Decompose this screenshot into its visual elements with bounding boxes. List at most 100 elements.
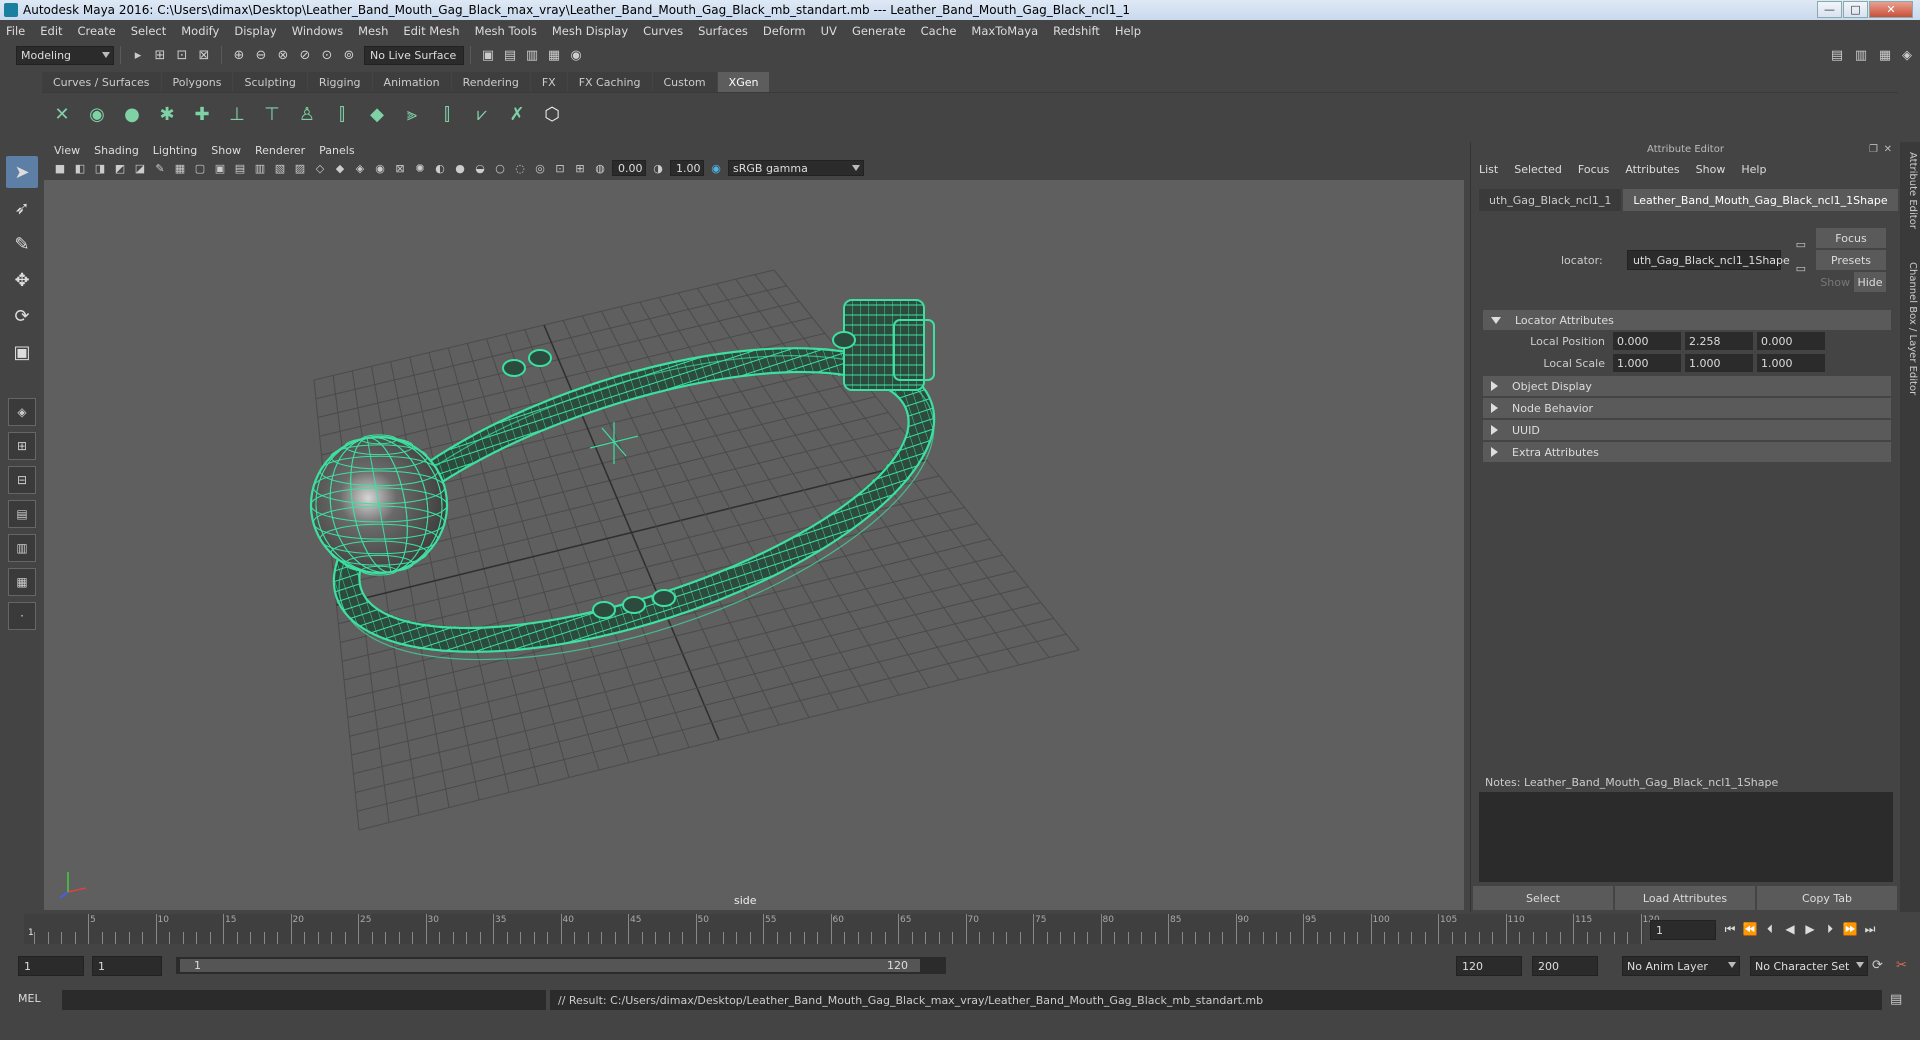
close-panel-icon[interactable]: ✕ [1884, 144, 1892, 155]
hypershade-view-icon[interactable]: ▦ [8, 568, 36, 596]
local-scale-y[interactable]: 1.000 [1685, 354, 1753, 372]
xgen-layers-icon[interactable]: ◆ [363, 100, 391, 130]
output-connection-icon[interactable]: ▭ [1796, 262, 1806, 275]
shelf-tab-xgen[interactable]: XGen [717, 72, 770, 92]
rotate-tool-icon[interactable]: ⟳ [6, 300, 38, 332]
smooth-shade-icon[interactable]: ◆ [332, 160, 348, 176]
wireframe-on-shaded-icon[interactable]: ◈ [352, 160, 368, 176]
more-layouts-icon[interactable]: · [8, 602, 36, 630]
shelf-tab-curves-surfaces[interactable]: Curves / Surfaces [42, 72, 161, 92]
step-forward-key-icon[interactable]: ⏩ [1840, 920, 1860, 938]
snap-point-icon[interactable]: ⊗ [274, 46, 292, 64]
ae-menu-help[interactable]: Help [1741, 163, 1766, 176]
close-button[interactable]: ✕ [1869, 1, 1913, 18]
presets-button[interactable]: Presets [1816, 250, 1886, 270]
render-globe-icon[interactable]: ◉ [567, 46, 585, 64]
maximize-button[interactable]: □ [1843, 1, 1868, 18]
folder-icon[interactable]: ▸ [129, 46, 147, 64]
panel-menu-panels[interactable]: Panels [319, 144, 354, 157]
command-input[interactable] [62, 990, 546, 1010]
xgen-delete-icon[interactable]: ✗ [503, 100, 531, 130]
menu-surfaces[interactable]: Surfaces [698, 24, 748, 38]
menu-generate[interactable]: Generate [852, 24, 906, 38]
render-ipr-icon[interactable]: ▤ [501, 46, 519, 64]
grease-pencil-icon[interactable]: ✎ [152, 160, 168, 176]
range-thumb[interactable]: 1 120 [180, 959, 920, 972]
bookmark-icon[interactable]: ◨ [92, 160, 108, 176]
section-locator-attributes[interactable]: Locator Attributes [1483, 310, 1891, 330]
shelf-tab-fx[interactable]: FX [530, 72, 567, 92]
menu-deform[interactable]: Deform [763, 24, 806, 38]
four-view-icon[interactable]: ⊞ [8, 432, 36, 460]
ambient-occlusion-icon[interactable]: ● [452, 160, 468, 176]
hide-button[interactable]: Hide [1854, 272, 1886, 292]
xgen-comb-icon[interactable]: ⫸ [398, 100, 426, 130]
menu-mesh-display[interactable]: Mesh Display [552, 24, 628, 38]
panel-menu-show[interactable]: Show [211, 144, 241, 157]
select-button[interactable]: Select [1473, 886, 1613, 910]
anim-layer-dropdown[interactable]: No Anim Layer [1622, 956, 1740, 976]
menu-windows[interactable]: Windows [292, 24, 343, 38]
snap-curve-icon[interactable]: ⊖ [252, 46, 270, 64]
xgen-cut-icon[interactable]: ⩗ [468, 100, 496, 130]
shadows-icon[interactable]: ◐ [432, 160, 448, 176]
xgen-editor-icon[interactable]: ✕ [48, 100, 76, 130]
anim-prefs-icon[interactable]: ✂ [1896, 958, 1907, 973]
motion-blur-icon[interactable]: ◒ [472, 160, 488, 176]
select-tool-icon[interactable]: ➤ [6, 156, 38, 188]
ae-menu-show[interactable]: Show [1696, 163, 1726, 176]
step-forward-frame-icon[interactable]: ⏵ [1820, 920, 1840, 938]
menu-maxtomaya[interactable]: MaxToMaya [971, 24, 1038, 38]
menu-edit[interactable]: Edit [40, 24, 62, 38]
shelf-tab-polygons[interactable]: Polygons [161, 72, 233, 92]
time-ruler[interactable]: 5 10 15 20 25 30 35 40 45 50 55 60 65 70 75 80 85 90 95 100… [24, 914, 1660, 944]
focus-button[interactable]: Focus [1816, 228, 1886, 248]
film-gate-icon[interactable]: ▢ [192, 160, 208, 176]
graph-view-icon[interactable]: ▥ [8, 534, 36, 562]
menu-help[interactable]: Help [1115, 24, 1141, 38]
ae-menu-focus[interactable]: Focus [1578, 163, 1609, 176]
playback-start-field[interactable]: 1 [92, 956, 162, 976]
depth-of-field-icon[interactable]: ◌ [512, 160, 528, 176]
xray-components-icon[interactable]: ⊞ [572, 160, 588, 176]
panel-menu-renderer[interactable]: Renderer [255, 144, 305, 157]
load-attributes-button[interactable]: Load Attributes [1615, 886, 1755, 910]
gate-mask-icon[interactable]: ▤ [232, 160, 248, 176]
side-tab-channel-box[interactable]: Channel Box / Layer Editor [1902, 262, 1918, 395]
3d-viewport[interactable] [44, 180, 1464, 910]
local-position-y[interactable]: 2.258 [1685, 332, 1753, 350]
ae-menu-list[interactable]: List [1479, 163, 1498, 176]
menu-uv[interactable]: UV [821, 24, 837, 38]
image-plane-icon[interactable]: ◩ [112, 160, 128, 176]
go-to-start-icon[interactable]: ⏮ [1720, 920, 1740, 938]
hypershade-icon[interactable]: ▦ [545, 46, 563, 64]
xgen-lock-icon[interactable]: ⊤ [258, 100, 286, 130]
local-position-z[interactable]: 0.000 [1757, 332, 1825, 350]
locator-name-field[interactable]: uth_Gag_Black_ncl1_1Shape [1627, 250, 1790, 270]
xgen-guides-icon[interactable]: ✱ [153, 100, 181, 130]
copy-tab-button[interactable]: Copy Tab [1757, 886, 1897, 910]
ae-tab-shape[interactable]: Leather_Band_Mouth_Gag_Black_ncl1_1Shape [1623, 189, 1898, 211]
section-object-display[interactable]: Object Display [1483, 376, 1891, 396]
lasso-tool-icon[interactable]: ➶ [6, 192, 38, 224]
single-view-icon[interactable]: ◈ [8, 398, 36, 426]
shelf-tab-rigging[interactable]: Rigging [307, 72, 372, 92]
menu-edit-mesh[interactable]: Edit Mesh [403, 24, 459, 38]
current-frame-field[interactable]: 1 [1650, 920, 1716, 940]
workspace-icon[interactable]: ▤ [1828, 46, 1846, 64]
select-object-icon[interactable]: ⊡ [173, 46, 191, 64]
select-component-icon[interactable]: ⊠ [195, 46, 213, 64]
safe-title-icon[interactable]: ▨ [292, 160, 308, 176]
float-panel-icon[interactable]: ❐ [1869, 144, 1878, 155]
menu-curves[interactable]: Curves [643, 24, 683, 38]
local-position-x[interactable]: 0.000 [1613, 332, 1681, 350]
range-bar[interactable]: 1 120 [176, 957, 946, 974]
go-to-end-icon[interactable]: ⏭ [1860, 920, 1880, 938]
xgen-grass-icon[interactable]: ⫿ [433, 100, 461, 130]
layout-icon[interactable]: ▥ [1852, 46, 1870, 64]
exposure-icon[interactable]: ◍ [592, 160, 608, 176]
shelf-tab-animation[interactable]: Animation [372, 72, 451, 92]
side-tab-attribute-editor[interactable]: Attribute Editor [1902, 152, 1918, 229]
local-scale-x[interactable]: 1.000 [1613, 354, 1681, 372]
anti-alias-icon[interactable]: ○ [492, 160, 508, 176]
